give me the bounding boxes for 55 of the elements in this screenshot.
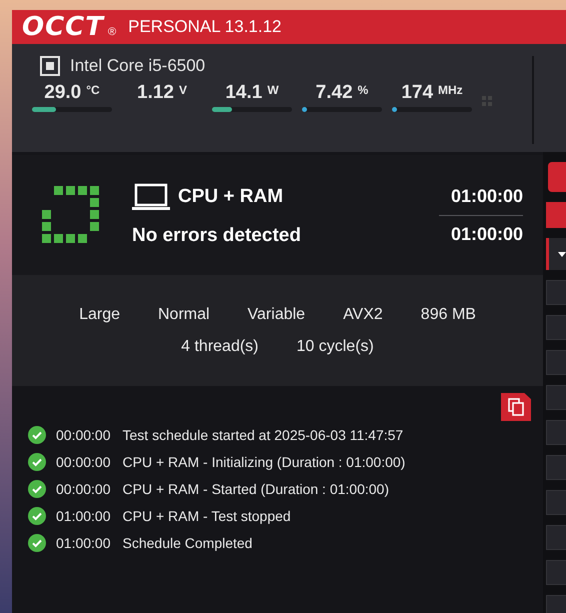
log-time: 01:00:00 xyxy=(56,535,110,551)
setting-value: 896 MB xyxy=(420,306,476,324)
log-message: Schedule Completed xyxy=(122,535,252,551)
log-message: CPU + RAM - Initializing (Duration : 01:00:00) xyxy=(122,454,406,470)
test-name: CPU + RAM xyxy=(178,186,284,208)
sensor-reading: 29.0 $^{°C}$ xyxy=(44,82,100,104)
app-logo: OCCT xyxy=(22,14,104,40)
log-time: 00:00:00 xyxy=(56,454,110,470)
log-message: CPU + RAM - Test stopped xyxy=(122,508,291,524)
check-circle-icon xyxy=(28,507,46,525)
elapsed-time: 01:00:00 xyxy=(450,184,523,208)
setting-value: Normal xyxy=(158,306,210,324)
sensor-reading: 174 $^{MHz}$ xyxy=(401,82,463,104)
side-cell xyxy=(546,350,566,375)
sensor-reading: 7.42 $^{%}$ xyxy=(316,82,368,104)
setting-value: AVX2 xyxy=(343,306,383,324)
copy-button[interactable] xyxy=(501,393,531,421)
setting-value: Variable xyxy=(248,306,306,324)
side-cell xyxy=(546,280,566,305)
setting-value: Large xyxy=(79,306,120,324)
progress-dots-icon xyxy=(42,186,100,244)
log-time: 00:00:00 xyxy=(56,427,110,443)
edition-label: PERSONAL 13.1.12 xyxy=(128,17,282,37)
side-tab[interactable] xyxy=(546,202,566,228)
check-circle-icon xyxy=(28,480,46,498)
side-cell xyxy=(546,420,566,445)
log-time: 00:00:00 xyxy=(56,481,110,497)
test-result: No errors detected xyxy=(132,225,302,247)
registered-mark: ® xyxy=(108,26,116,38)
cpu-chip-icon xyxy=(40,56,60,76)
side-cell xyxy=(546,385,566,410)
side-cell xyxy=(546,560,566,585)
setting-value: 4 thread(s) xyxy=(181,338,258,356)
setting-value: 10 cycle(s) xyxy=(296,338,374,356)
side-tab[interactable] xyxy=(548,162,566,192)
laptop-icon xyxy=(132,183,170,211)
log-message: CPU + RAM - Started (Duration : 01:00:00) xyxy=(122,481,389,497)
check-circle-icon xyxy=(28,534,46,552)
copy-icon xyxy=(508,398,524,416)
device-name: Intel Core i5-6500 xyxy=(70,56,206,76)
side-cell xyxy=(546,315,566,340)
check-circle-icon xyxy=(28,453,46,471)
check-circle-icon xyxy=(28,426,46,444)
log-message: Test schedule started at 2025-06-03 11:47:57 xyxy=(122,427,404,443)
grid-handle-icon[interactable] xyxy=(482,96,492,106)
log-time: 01:00:00 xyxy=(56,508,110,524)
sensor-reading: 14.1 $^{W}$ xyxy=(225,82,279,104)
side-cell xyxy=(546,525,566,550)
side-cell xyxy=(546,490,566,515)
side-cell xyxy=(546,595,566,613)
side-cell xyxy=(546,455,566,480)
caret-icon xyxy=(558,252,566,256)
sensor-reading: 1.12 $^{V}$ xyxy=(137,82,187,104)
side-dropdown[interactable] xyxy=(546,238,566,270)
duration-time: 01:00:00 xyxy=(450,222,523,246)
